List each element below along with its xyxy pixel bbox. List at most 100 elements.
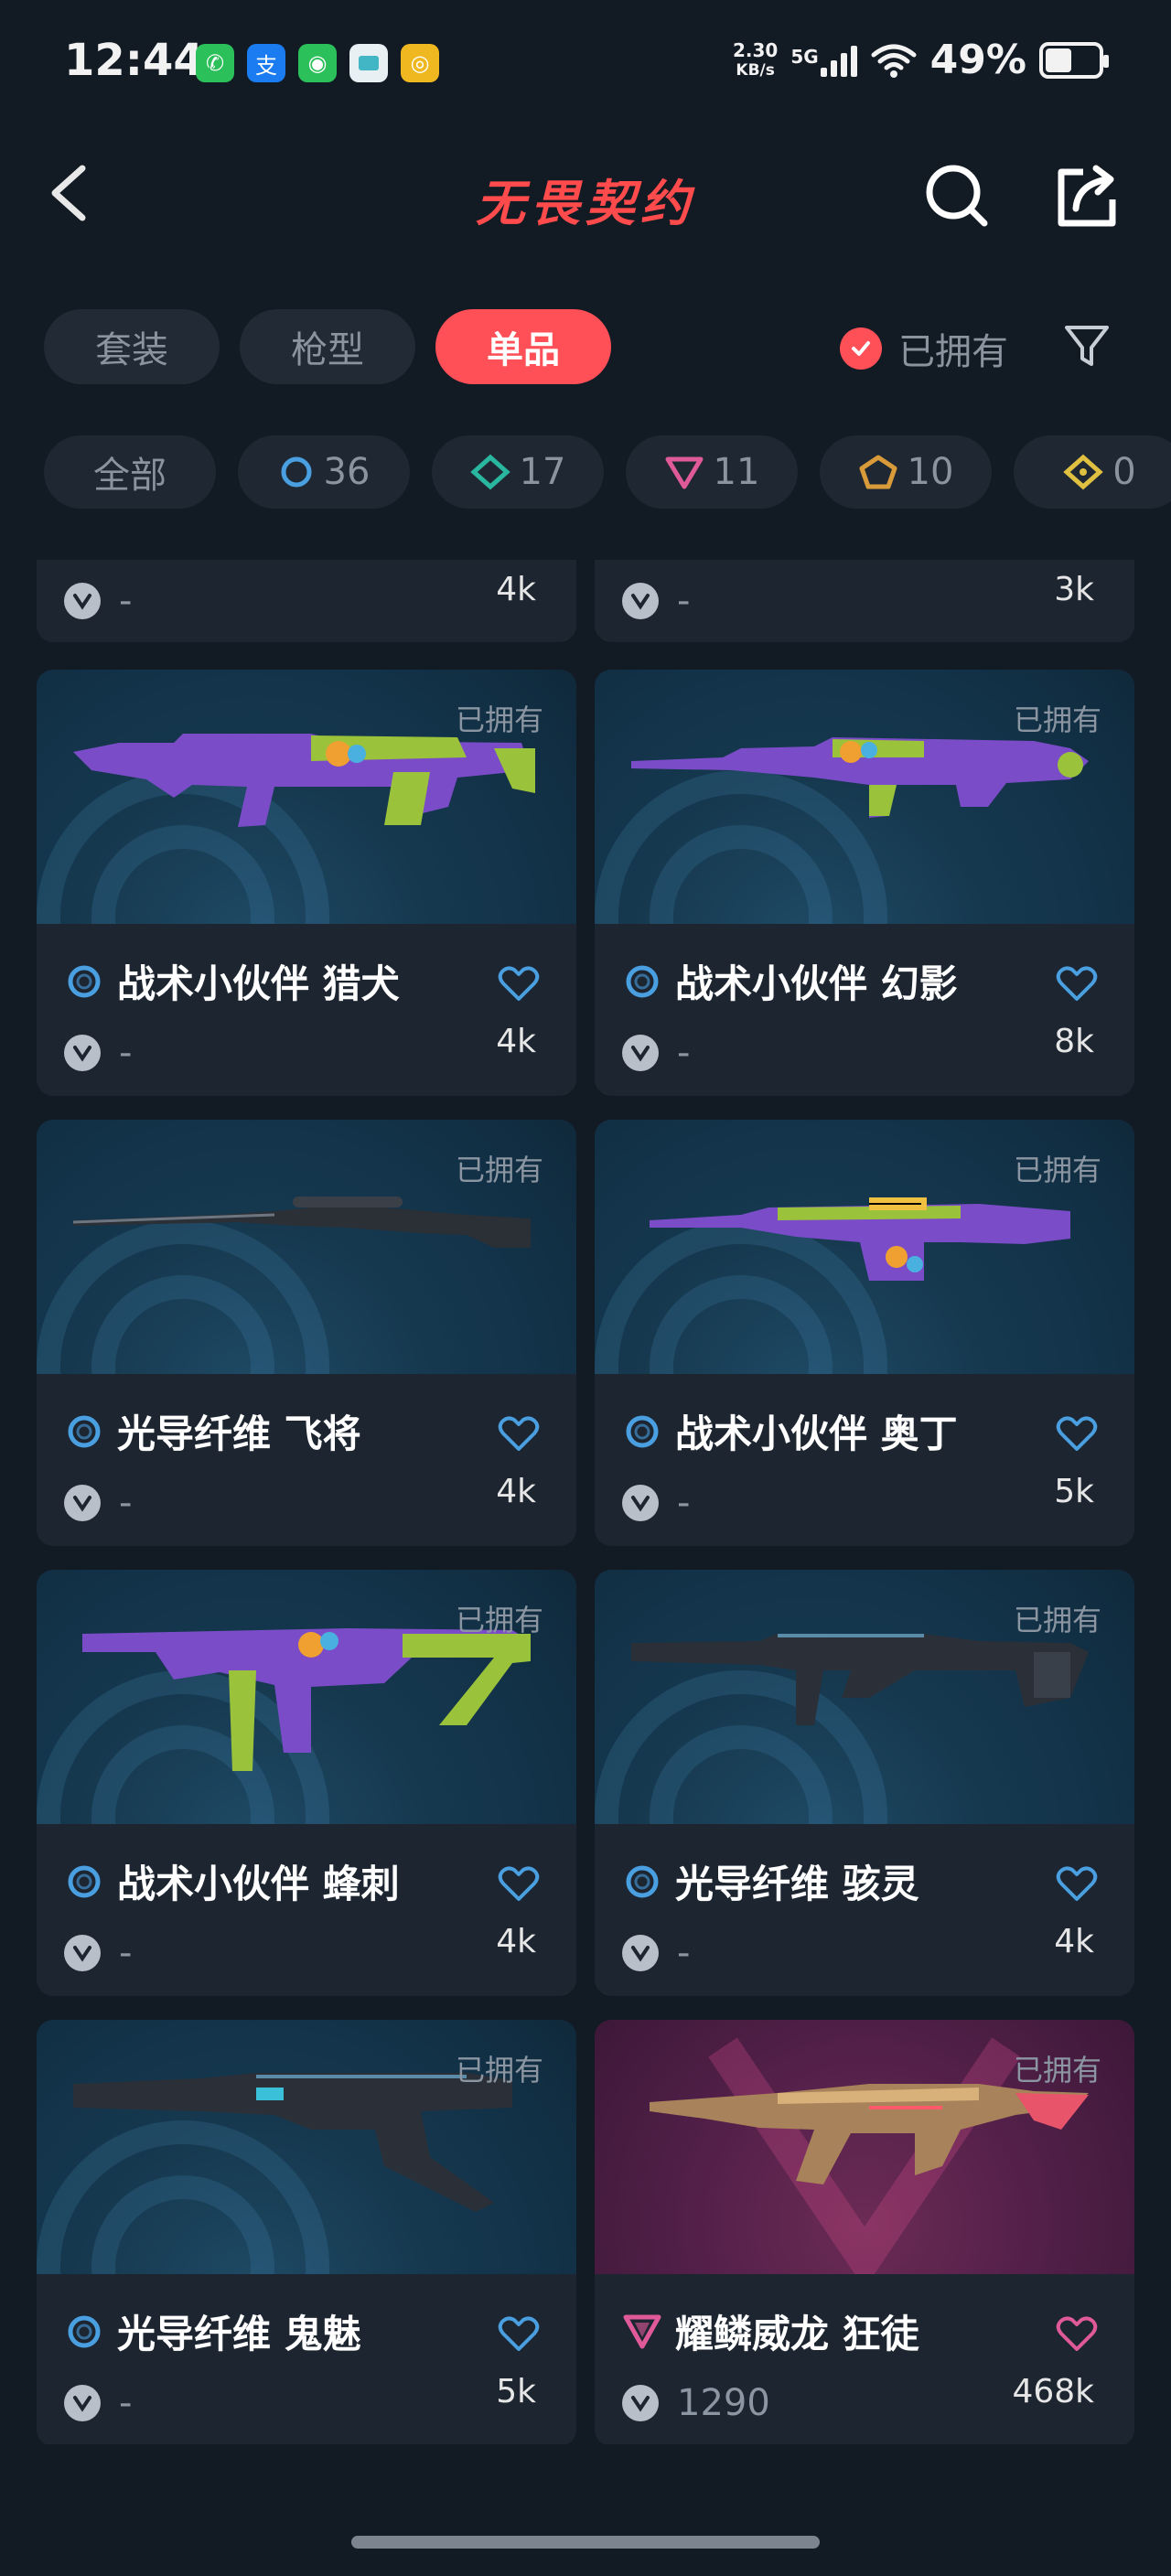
valorant-points-icon	[622, 1935, 659, 1971]
tier-chip-all[interactable]: 全部	[44, 435, 216, 509]
tier-chip-premium[interactable]: 11	[626, 435, 798, 509]
skin-name: 战术小伙伴 猎犬	[117, 961, 400, 1006]
heart-icon[interactable]	[1056, 1864, 1098, 1903]
skin-price: -	[677, 580, 691, 622]
heart-icon[interactable]	[498, 2314, 540, 2353]
like-count: 4k	[496, 1023, 536, 1060]
status-notification-icons: ✆ 支 ◉ ◎	[196, 44, 439, 82]
checkmark-icon	[840, 327, 882, 370]
skin-image: 已拥有	[37, 2020, 576, 2274]
skin-image: 已拥有	[595, 670, 1134, 924]
tier-chip-ultra[interactable]: 0	[1014, 435, 1171, 509]
owned-tag: 已拥有	[455, 1153, 543, 1187]
tier-chip-count: 17	[519, 451, 566, 493]
like-count: 5k	[496, 2373, 536, 2410]
skin-card-partial[interactable]: - 3k	[595, 560, 1134, 642]
wechat-app-icon: ◉	[298, 44, 337, 82]
tier-chip-label: 全部	[93, 455, 167, 497]
skin-name: 光导纤维 鬼魅	[117, 2312, 361, 2356]
category-tabs: 套装 枪型 单品	[44, 309, 611, 384]
like-count: 3k	[1054, 571, 1094, 608]
skin-price: -	[119, 1032, 133, 1074]
valorant-points-icon	[64, 1935, 101, 1971]
tab-weapon-type[interactable]: 枪型	[240, 309, 415, 384]
skin-name: 光导纤维 飞将	[117, 1411, 361, 1456]
skin-image: 已拥有	[595, 1570, 1134, 1824]
tier-chip-count: 11	[713, 451, 760, 493]
tier-chip-deluxe[interactable]: 17	[432, 435, 604, 509]
battery-icon	[1039, 41, 1109, 79]
tier-chip-count: 10	[907, 451, 954, 493]
phone-app-icon: ✆	[196, 44, 234, 82]
skin-card-partial[interactable]: - 4k	[37, 560, 576, 642]
owned-tag: 已拥有	[1013, 1603, 1101, 1637]
app-title: 无畏契约	[476, 175, 695, 232]
valorant-points-icon	[622, 1035, 659, 1071]
select-tier-icon	[68, 965, 101, 997]
wifi-icon	[871, 44, 917, 78]
header: 无畏契约	[0, 146, 1171, 238]
skin-price: -	[119, 1932, 133, 1974]
premium-tier-icon	[623, 2314, 661, 2348]
owned-tag: 已拥有	[1013, 2053, 1101, 2088]
app-icon-yellow: ◎	[401, 44, 439, 82]
deluxe-tier-icon	[469, 454, 510, 490]
like-count: 8k	[1054, 1023, 1094, 1060]
tier-chip-select[interactable]: 36	[238, 435, 410, 509]
skin-card[interactable]: 已拥有 光导纤维 飞将 - 4k	[37, 1120, 576, 1546]
valorant-points-icon	[622, 583, 659, 619]
skin-card[interactable]: 已拥有 光导纤维 骇灵 - 4k	[595, 1570, 1134, 1996]
valorant-points-icon	[622, 2385, 659, 2421]
skin-price: -	[119, 1482, 133, 1524]
skin-price: 1290	[677, 2382, 770, 2424]
home-indicator[interactable]	[351, 2536, 820, 2549]
skin-card[interactable]: 已拥有 耀鳞威龙 狂徒 1290 468k	[595, 2020, 1134, 2444]
like-count: 468k	[1012, 2373, 1094, 2410]
heart-icon[interactable]	[498, 964, 540, 1003]
network-speed-value: 2.30	[732, 38, 779, 61]
valorant-points-icon	[64, 583, 101, 619]
select-tier-icon	[68, 2315, 101, 2347]
select-tier-icon	[68, 1415, 101, 1447]
skin-name: 战术小伙伴 幻影	[675, 961, 958, 1006]
tier-filter-chips: 全部 36 17 11 10 0	[44, 435, 1171, 509]
skin-price: -	[677, 1482, 691, 1524]
skin-price: -	[119, 2382, 133, 2424]
search-icon[interactable]	[920, 159, 994, 232]
exclusive-tier-icon	[859, 455, 897, 489]
skin-card[interactable]: 已拥有 战术小伙伴 猎犬 - 4k	[37, 670, 576, 1096]
owned-tag: 已拥有	[1013, 703, 1101, 737]
owned-tag: 已拥有	[455, 1603, 543, 1637]
like-count: 4k	[496, 1473, 536, 1510]
skin-name: 耀鳞威龙 狂徒	[675, 2312, 919, 2356]
skin-image: 已拥有	[595, 1120, 1134, 1374]
heart-icon[interactable]	[1056, 964, 1098, 1003]
share-icon[interactable]	[1050, 159, 1123, 232]
like-count: 4k	[496, 571, 536, 608]
status-time: 12:44	[64, 35, 204, 86]
heart-icon[interactable]	[1056, 1414, 1098, 1453]
filter-icon[interactable]	[1061, 320, 1112, 371]
heart-icon[interactable]	[498, 1414, 540, 1453]
network-type: 5G	[790, 45, 819, 68]
skin-card[interactable]: 已拥有 光导纤维 鬼魅 - 5k	[37, 2020, 576, 2444]
skin-card[interactable]: 已拥有 战术小伙伴 蜂刺 - 4k	[37, 1570, 576, 1996]
like-count: 4k	[1054, 1923, 1094, 1960]
tab-single-items[interactable]: 单品	[435, 309, 611, 384]
owned-tag: 已拥有	[455, 703, 543, 737]
skin-name: 战术小伙伴 蜂刺	[117, 1862, 400, 1906]
skin-image: 已拥有	[37, 1120, 576, 1374]
owned-filter-label: 已拥有	[898, 331, 1008, 373]
skin-card[interactable]: 已拥有 战术小伙伴 奥丁 - 5k	[595, 1120, 1134, 1546]
valorant-points-icon	[64, 1035, 101, 1071]
heart-icon[interactable]	[1056, 2314, 1098, 2353]
tab-bundles[interactable]: 套装	[44, 309, 220, 384]
valorant-points-icon	[622, 1485, 659, 1521]
skin-image: 已拥有	[595, 2020, 1134, 2274]
skin-card[interactable]: 已拥有 战术小伙伴 幻影 - 8k	[595, 670, 1134, 1096]
select-tier-icon	[68, 1865, 101, 1897]
heart-icon[interactable]	[498, 1864, 540, 1903]
owned-filter-toggle[interactable]: 已拥有	[840, 322, 1008, 375]
valorant-points-icon	[64, 1485, 101, 1521]
tier-chip-exclusive[interactable]: 10	[820, 435, 992, 509]
